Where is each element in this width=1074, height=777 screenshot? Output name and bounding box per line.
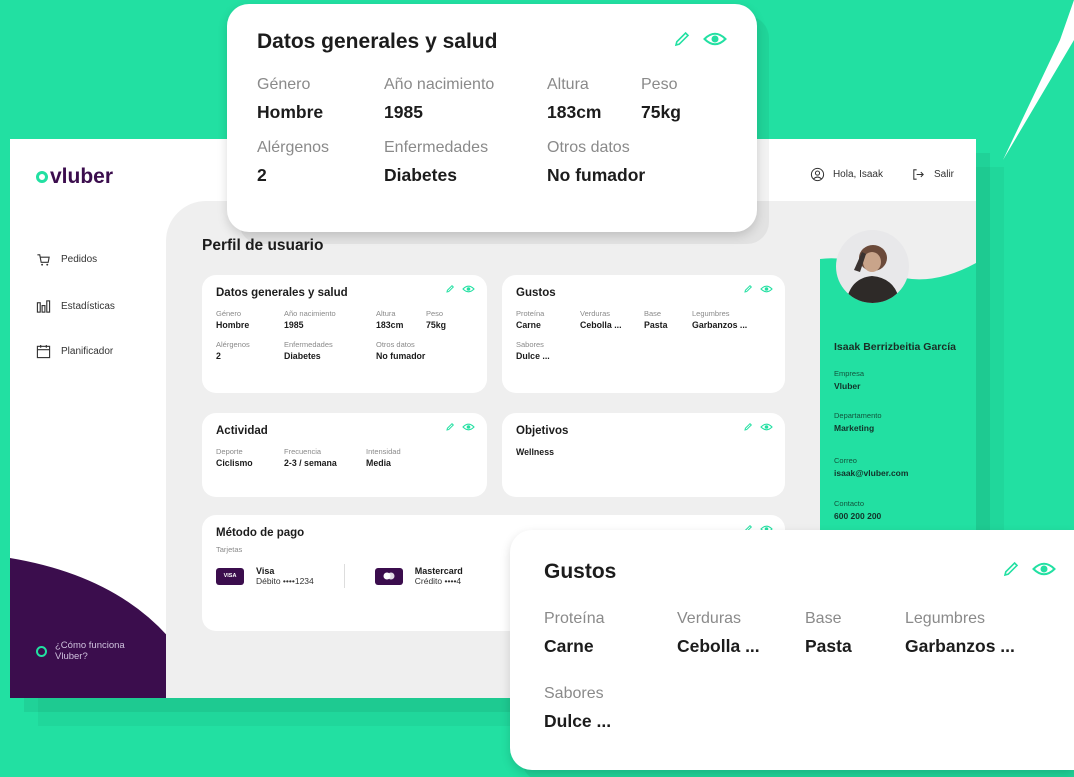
eye-icon[interactable] [760, 284, 773, 294]
profile-field-contacto: Contacto 600 200 200 [834, 499, 882, 521]
edit-pencil-icon[interactable] [445, 422, 455, 432]
zoom-card-title: Gustos [544, 560, 617, 583]
card-title: Objetivos [516, 425, 569, 437]
field: Proteína Carne [544, 610, 605, 656]
sidebar-item-planificador[interactable]: Planificador [36, 344, 113, 359]
sidebar-item-label: Planificador [61, 346, 114, 357]
eye-icon[interactable] [462, 422, 475, 432]
card-brand: Mastercard [414, 566, 463, 576]
mastercard-card[interactable]: Mastercard Crédito ••••4 [374, 566, 463, 586]
sidebar-item-label: Pedidos [61, 254, 98, 265]
field: Alérgenos 2 [216, 340, 250, 361]
field: Enfermedades Diabetes [284, 340, 333, 361]
profile-field-correo: Correo isaak@vluber.com [834, 456, 909, 478]
edit-pencil-icon[interactable] [743, 422, 753, 432]
field: Sabores Dulce ... [516, 340, 550, 361]
field: Legumbres Garbanzos ... [905, 610, 1015, 656]
logout-label: Salir [933, 169, 954, 180]
datos-zoom-card: Datos generales y salud Género Hombre Año… [227, 4, 757, 232]
edit-pencil-icon[interactable] [743, 284, 753, 294]
card-detail: Crédito ••••4 [414, 576, 462, 586]
field: Deporte Ciclismo [216, 447, 253, 468]
page-title: Perfil de usuario [202, 237, 324, 254]
user-circle-icon [810, 167, 825, 182]
field: Altura 183cm [547, 76, 602, 122]
profile-name: Isaak Berrizbeitia García [834, 341, 956, 353]
calendar-icon [36, 344, 51, 359]
gustos-card: Gustos Proteína Carne Verduras Cebolla ...… [502, 275, 785, 393]
card-title: Datos generales y salud [216, 287, 348, 299]
profile-field-empresa: Empresa Vluber [834, 369, 865, 391]
field: Verduras Cebolla ... [677, 610, 760, 656]
card-brand: Visa [256, 566, 275, 576]
field: Legumbres Garbanzos ... [692, 309, 748, 330]
logout-button[interactable]: Salir [911, 167, 954, 182]
eye-icon[interactable] [1032, 560, 1056, 578]
cart-icon [37, 254, 50, 266]
field: Peso 75kg [426, 309, 447, 330]
help-icon [36, 646, 47, 658]
logout-icon [913, 169, 924, 180]
card-detail: Débito ••••1234 [256, 576, 314, 586]
field: Otros datos No fumador [547, 139, 646, 185]
sidebar-item-estadisticas[interactable]: Estadísticas [36, 299, 115, 314]
actividad-card: Actividad Deporte Ciclismo Frecuencia 2-3 … [202, 413, 487, 497]
edit-pencil-icon[interactable] [673, 30, 691, 48]
bar-chart-icon [36, 300, 51, 313]
card-title: Gustos [516, 287, 556, 299]
field: Otros datos No fumador [376, 340, 426, 361]
edit-pencil-icon[interactable] [1002, 560, 1020, 578]
sidebar-item-pedidos[interactable]: Pedidos [36, 252, 97, 267]
greeting-text: Hola, Isaak [832, 169, 883, 180]
mastercard-icon [374, 567, 403, 585]
field: Base Pasta [644, 309, 668, 330]
avatar[interactable] [836, 230, 909, 303]
profile-field-departamento: Departamento Marketing [834, 411, 882, 433]
field: Sabores Dulce ... [544, 685, 612, 731]
field: Frecuencia 2-3 / semana [284, 447, 337, 468]
eye-icon[interactable] [703, 30, 727, 48]
sidebar-item-label: Estadísticas [61, 301, 115, 312]
field: Género Hombre [216, 309, 250, 330]
visa-card-icon: VISA [216, 567, 244, 585]
topbar-user: Hola, Isaak Salir [810, 167, 954, 182]
field: Enfermedades Diabetes [384, 139, 489, 185]
sidebar: Pedidos Estadísticas Planificador ¿Cómo … [10, 139, 220, 698]
field: Intensidad Media [366, 447, 401, 468]
field: Proteína Carne [516, 309, 545, 330]
field: Verduras Cebolla ... [580, 309, 622, 330]
card-title: Actividad [216, 425, 268, 437]
eye-icon[interactable] [462, 284, 475, 294]
field: Año nacimiento 1985 [384, 76, 495, 122]
help-link[interactable]: ¿Cómo funciona Vluber? [36, 640, 125, 662]
zoom-card-title: Datos generales y salud [257, 30, 498, 53]
objetivos-card: Objetivos Wellness [502, 413, 785, 497]
field: Alérgenos 2 [257, 139, 330, 185]
help-text-line1: ¿Cómo funciona [55, 640, 125, 652]
field: Wellness [516, 447, 554, 457]
field: Género Hombre [257, 76, 324, 122]
gustos-zoom-card: Gustos Proteína Carne Verduras Cebolla ...… [510, 530, 1074, 770]
field: Altura 183cm [376, 309, 404, 330]
field: Año nacimiento 1985 [284, 309, 336, 330]
divider [343, 564, 345, 588]
field: Base Pasta [805, 610, 852, 656]
edit-pencil-icon[interactable] [445, 284, 455, 294]
datos-card: Datos generales y salud Género Hombre Año… [202, 275, 487, 393]
user-greeting[interactable]: Hola, Isaak [810, 167, 883, 182]
avatar-photo [836, 230, 909, 303]
eye-icon[interactable] [760, 422, 773, 432]
help-text-line2: Vluber? [55, 650, 88, 662]
field: Peso 75kg [641, 76, 681, 122]
visa-card[interactable]: VISA Visa Débito ••••1234 [216, 566, 314, 586]
